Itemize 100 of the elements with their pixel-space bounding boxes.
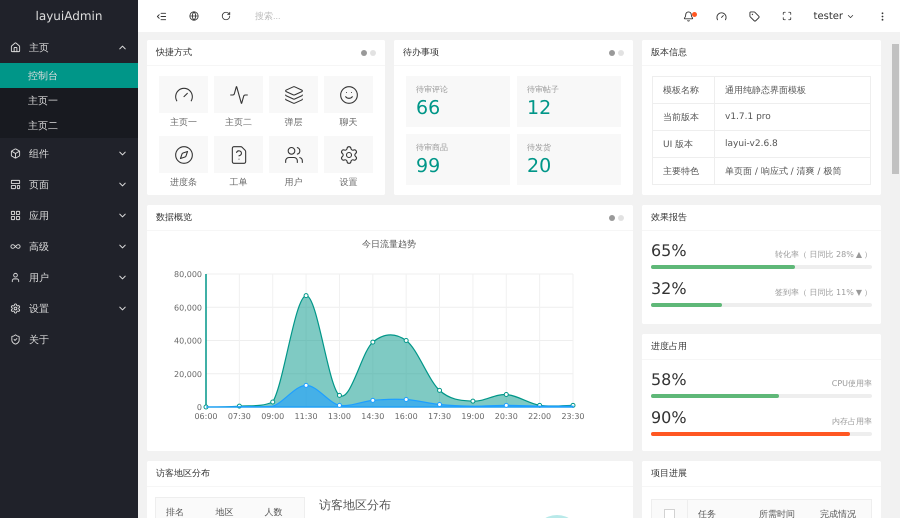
sidebar-item[interactable]: 设置	[0, 293, 138, 324]
table-cell: 主要特色	[652, 158, 714, 184]
sidebar-item[interactable]: 组件	[0, 138, 138, 169]
todo-label: 待审帖子	[527, 84, 560, 95]
pager-dot[interactable]	[361, 50, 367, 56]
rate-label-end: ）	[864, 287, 872, 298]
shortcut-tile[interactable]	[269, 76, 318, 113]
data-point	[336, 392, 342, 398]
shortcut-tile[interactable]	[159, 136, 208, 173]
pager-dot[interactable]	[618, 50, 624, 56]
column-header: 所需时间	[758, 508, 796, 518]
todo-tile[interactable]: 待审商品 99	[406, 134, 510, 185]
percent-value: 65%	[651, 241, 687, 260]
x-tick-label: 20:30	[494, 412, 518, 421]
y-tick-label: 80,000	[174, 270, 202, 279]
shortcut-label[interactable]: 聊天	[340, 116, 358, 129]
shortcut-label[interactable]: 用户	[284, 176, 302, 189]
trend-arrow: ▲	[856, 250, 862, 259]
data-point	[336, 402, 342, 408]
column-header: 完成情况	[819, 508, 857, 518]
todo-tile[interactable]: 待发货 20	[517, 134, 621, 185]
settings-icon	[338, 144, 358, 164]
x-tick-label: 23:30	[561, 412, 585, 421]
x-tick-label: 17:30	[428, 412, 452, 421]
fullscreen-icon[interactable]	[782, 11, 792, 21]
shortcut-tile[interactable]	[214, 76, 263, 113]
shortcut-label[interactable]: 主页一	[170, 116, 197, 129]
sidebar-item[interactable]: 关于	[0, 324, 138, 355]
pulse-icon	[228, 84, 248, 104]
shortcut-label[interactable]: 工单	[230, 176, 248, 189]
gauge-icon[interactable]	[716, 10, 727, 22]
card-title: 进度占用	[651, 340, 688, 353]
card-title: 版本信息	[651, 46, 688, 59]
settings-icon	[10, 303, 21, 314]
shortcut-label[interactable]: 进度条	[170, 176, 197, 189]
column-header: 排名	[165, 506, 185, 518]
cube-icon	[10, 148, 21, 159]
map-title: 访客地区分布	[319, 497, 391, 514]
sidebar-item[interactable]: 主页	[0, 32, 138, 63]
sidebar-subitem[interactable]: 主页一	[0, 88, 138, 113]
x-tick-label: 11:30	[294, 412, 318, 421]
shortcut-tile[interactable]	[269, 136, 318, 173]
menu-icon[interactable]	[156, 10, 167, 22]
usage-label: 内存占用率	[832, 416, 872, 427]
refresh-icon[interactable]	[221, 11, 231, 21]
x-tick-label: 19:00	[461, 412, 484, 421]
shortcut-label[interactable]: 设置	[340, 176, 358, 189]
percent-value: 90%	[651, 408, 687, 427]
user-icon	[10, 272, 21, 283]
pager-dot[interactable]	[370, 50, 376, 56]
globe-icon[interactable]	[189, 11, 199, 21]
todo-count: 20	[527, 155, 552, 177]
shortcut-tile[interactable]	[214, 136, 263, 173]
todo-label: 待发货	[527, 142, 552, 153]
sidebar-item[interactable]: 高级	[0, 231, 138, 262]
pager-dot[interactable]	[609, 214, 615, 220]
user-menu[interactable]: tester	[814, 10, 855, 22]
trend-arrow: ▼	[856, 288, 862, 297]
column-header: 人数	[264, 506, 284, 518]
y-tick-label: 40,000	[174, 336, 202, 346]
checkbox[interactable]	[664, 508, 675, 518]
todo-count: 99	[416, 155, 442, 177]
pager-dot[interactable]	[609, 50, 615, 56]
table-cell: 通用纯静态界面模板	[714, 76, 870, 104]
data-point	[504, 402, 509, 408]
todo-tile[interactable]: 待审评论 66	[406, 76, 510, 127]
data-point	[437, 402, 442, 407]
shield-icon	[10, 334, 21, 345]
smile-icon	[338, 84, 358, 104]
data-point	[370, 340, 376, 345]
app-logo[interactable]: layuiAdmin	[0, 0, 138, 32]
x-tick-label: 09:00	[261, 412, 284, 421]
y-tick-label: 0	[196, 403, 202, 412]
x-tick-label: 14:30	[361, 412, 384, 421]
infinity-icon	[10, 241, 21, 252]
sidebar-subitem[interactable]: 主页二	[0, 113, 138, 138]
y-tick-label: 20,000	[174, 370, 202, 379]
data-point	[537, 402, 542, 408]
tag-icon[interactable]	[748, 10, 760, 22]
card-title: 快捷方式	[156, 46, 193, 59]
table-cell: layui-v2.6.8	[714, 130, 870, 158]
sidebar-item[interactable]: 应用	[0, 200, 138, 231]
todo-count: 66	[416, 97, 442, 119]
data-point	[236, 404, 242, 409]
x-tick-label: 16:00	[394, 412, 418, 421]
notification-bell-icon[interactable]	[682, 10, 694, 22]
pager-dot[interactable]	[618, 214, 624, 220]
sidebar-item[interactable]: 页面	[0, 169, 138, 200]
shortcut-label[interactable]: 弹层	[284, 116, 302, 129]
card-title: 待办事项	[403, 46, 440, 59]
y-tick-label: 60,000	[174, 303, 202, 312]
todo-label: 待审商品	[416, 142, 449, 153]
todo-tile[interactable]: 待审帖子 12	[517, 76, 621, 127]
home-icon	[10, 42, 21, 53]
shortcut-tile[interactable]	[324, 76, 373, 113]
shortcut-tile[interactable]	[324, 136, 373, 173]
shortcut-tile[interactable]	[159, 76, 208, 113]
table-cell: 模板名称	[652, 76, 714, 104]
sidebar-item[interactable]: 用户	[0, 262, 138, 293]
shortcut-label[interactable]: 主页二	[225, 116, 252, 129]
